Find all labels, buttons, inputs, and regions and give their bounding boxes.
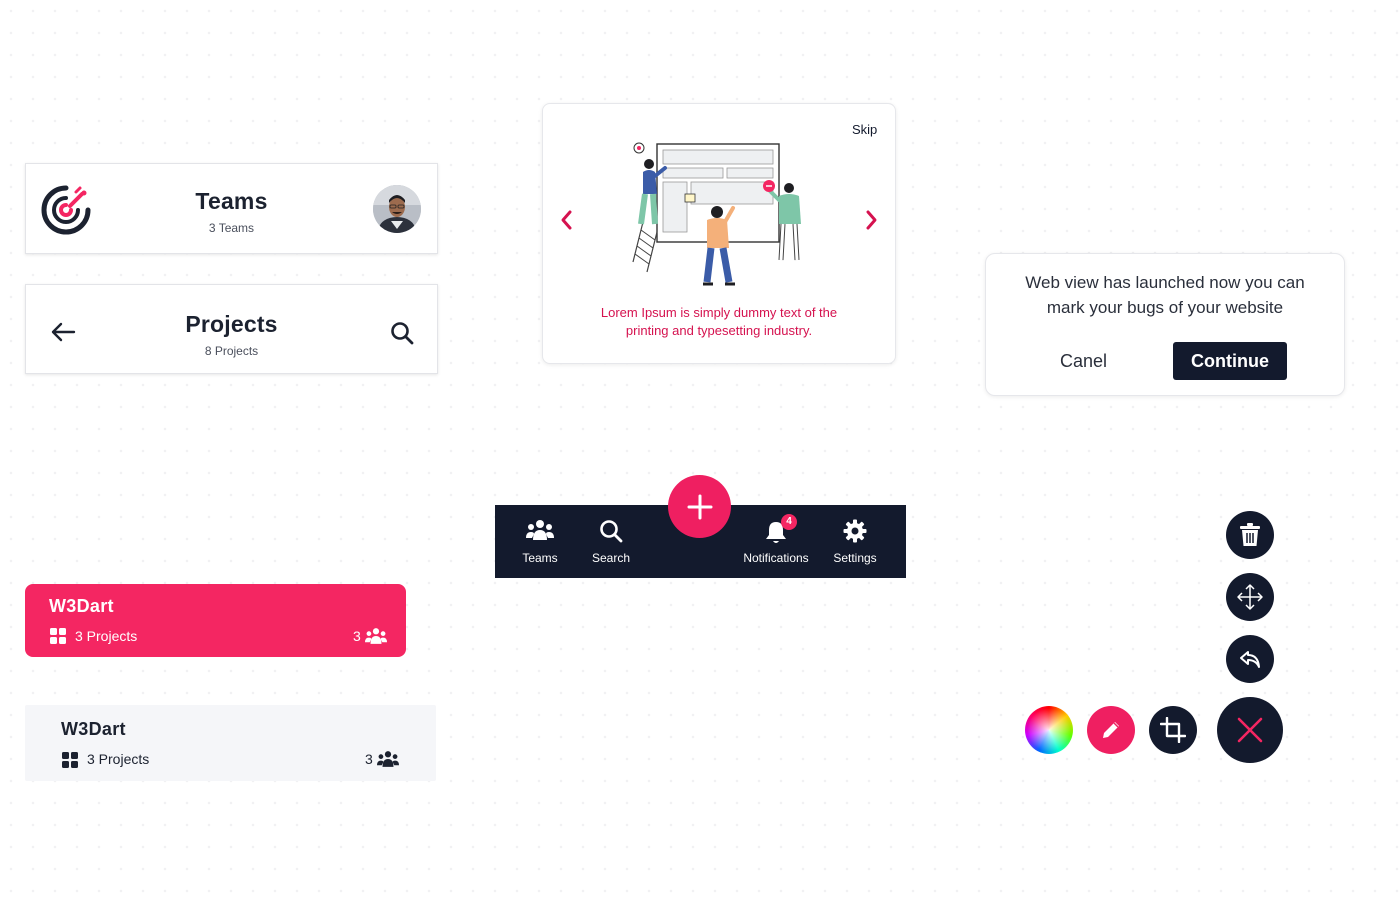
nav-label: Search (591, 551, 631, 565)
chevron-left-icon[interactable] (559, 209, 573, 231)
onboarding-caption: Lorem Ipsum is simply dummy text of the … (600, 305, 838, 338)
nav-label: Notifications (743, 551, 809, 565)
crop-button[interactable] (1149, 706, 1197, 754)
people-icon (365, 627, 387, 645)
avatar[interactable] (373, 185, 421, 233)
chevron-right-icon[interactable] (865, 209, 879, 231)
page-title: Teams (195, 188, 268, 214)
crop-icon (1160, 717, 1186, 743)
undo-icon (1240, 651, 1260, 668)
gear-icon (843, 519, 867, 543)
notification-badge: 4 (781, 514, 797, 530)
teams-header-card: Teams 3 Teams (25, 163, 438, 254)
close-icon (1237, 717, 1263, 743)
arrow-left-icon[interactable] (50, 321, 76, 343)
nav-label: Settings (833, 551, 877, 565)
grid-icon (62, 752, 78, 768)
project-count: 3 Projects (75, 628, 138, 644)
member-count: 3 (365, 751, 373, 767)
search-icon (600, 520, 623, 543)
continue-button[interactable]: Continue (1173, 342, 1287, 380)
skip-button[interactable]: Skip (852, 122, 877, 137)
member-count: 3 (353, 628, 361, 644)
team-card[interactable]: W3Dart 3 Projects 3 (25, 705, 436, 781)
team-card[interactable]: W3Dart 3 Projects 3 (25, 584, 406, 657)
color-picker-button[interactable] (1025, 706, 1073, 754)
people-icon (526, 520, 554, 540)
plus-icon (687, 494, 712, 519)
page-subtitle: 8 Projects (204, 344, 259, 358)
trash-icon (1240, 523, 1260, 546)
project-count: 3 Projects (87, 751, 150, 767)
projects-header-card: Projects 8 Projects (25, 284, 438, 374)
search-icon[interactable] (390, 321, 414, 345)
nav-item-teams[interactable]: Teams (500, 505, 580, 577)
nav-item-search[interactable]: Search (571, 505, 651, 577)
page-title: Projects (185, 311, 278, 337)
dialog-message: Web view has launched now you can mark y… (1025, 273, 1305, 317)
delete-button[interactable] (1226, 511, 1274, 559)
page-subtitle: 3 Teams (208, 221, 255, 235)
nav-item-settings[interactable]: Settings (815, 505, 895, 577)
webview-dialog: Web view has launched now you can mark y… (985, 253, 1345, 396)
onboarding-illustration (621, 132, 821, 297)
draw-button[interactable] (1087, 706, 1135, 754)
nav-item-notifications[interactable]: 4 Notifications (731, 505, 821, 577)
nav-label: Teams (522, 551, 558, 565)
move-icon (1237, 584, 1263, 610)
target-logo-icon[interactable] (40, 184, 92, 236)
add-fab-button[interactable] (668, 475, 731, 538)
team-name: W3Dart (49, 596, 114, 616)
team-name: W3Dart (61, 719, 126, 739)
grid-icon (50, 628, 66, 644)
cancel-button[interactable]: Canel (1060, 351, 1107, 372)
color-wheel-icon (1027, 708, 1071, 752)
pencil-icon (1103, 722, 1119, 738)
undo-button[interactable] (1226, 635, 1274, 683)
onboarding-card: Skip Lorem Ipsum is simply dummy text of… (542, 103, 896, 364)
close-button[interactable] (1217, 697, 1283, 763)
people-icon (377, 750, 399, 768)
move-button[interactable] (1226, 573, 1274, 621)
